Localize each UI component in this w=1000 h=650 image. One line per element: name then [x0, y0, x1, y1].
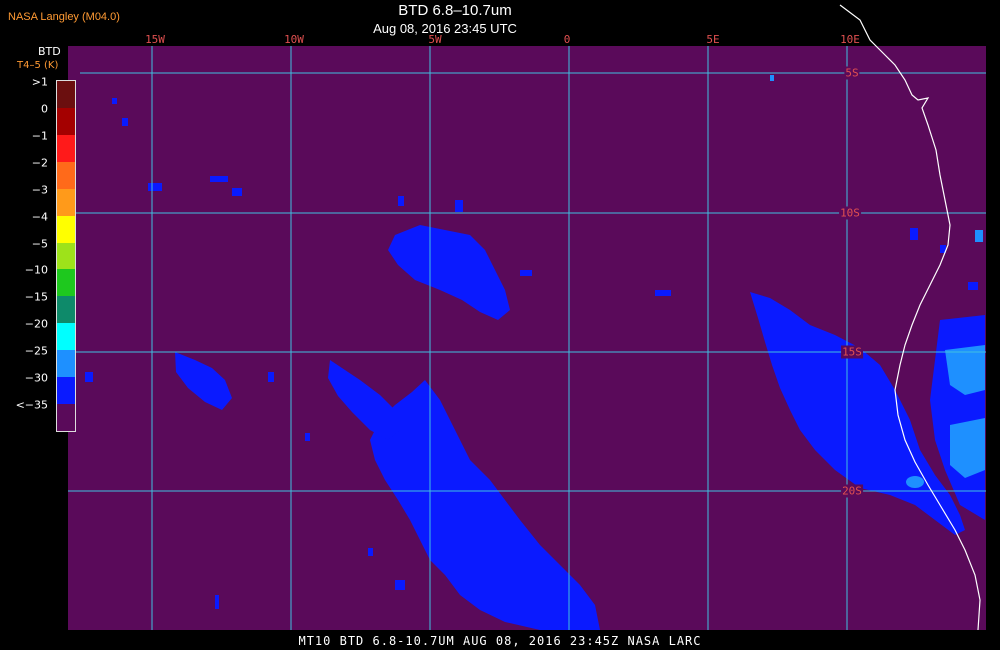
lon-label-15w: 15W	[145, 33, 165, 46]
colorbar-swatch	[57, 242, 75, 270]
colorbar-title: BTD	[38, 45, 61, 58]
colorbar-tick-label: −5	[31, 237, 48, 251]
colorbar-swatch	[57, 81, 75, 108]
lon-label-10w: 10W	[284, 33, 304, 46]
colorbar-swatch	[57, 134, 75, 162]
colorbar-swatch	[57, 404, 75, 431]
colorbar-tick-label: −3	[31, 183, 48, 197]
lon-label-5e: 5E	[706, 33, 720, 46]
colorbar-swatch	[57, 107, 75, 135]
colorbar-tick-label: −1	[31, 129, 48, 143]
lat-label-10s: 10S	[839, 206, 861, 220]
colorbar-swatch	[57, 350, 75, 378]
footer-caption: MT10 BTD 6.8-10.7UM AUG 08, 2016 23:45Z …	[298, 634, 702, 648]
colorbar-units: T4–5 (K)	[17, 60, 59, 71]
colorbar-swatch	[57, 296, 75, 324]
colorbar-tick-label: 0	[41, 102, 48, 116]
colorbar-swatch	[57, 215, 75, 243]
lon-label-0: 0	[563, 33, 571, 46]
lon-label-10e: 10E	[840, 33, 860, 46]
colorbar-tick-label: −2	[31, 156, 48, 170]
colorbar-tick-label: −10	[24, 263, 48, 277]
colorbar-swatch	[57, 161, 75, 189]
colorbar-swatch	[57, 269, 75, 297]
colorbar-swatch	[57, 377, 75, 405]
colorbar-tick-label: −20	[24, 317, 48, 331]
satellite-map	[68, 4, 986, 631]
lat-label-20s: 20S	[841, 484, 863, 498]
colorbar-tick-label: <−35	[15, 398, 48, 412]
colorbar-tick-label: −30	[24, 371, 48, 385]
lat-label-15s: 15S	[841, 345, 863, 359]
colorbar-tick-label: −4	[31, 210, 48, 224]
colorbar-swatch	[57, 188, 75, 216]
lat-label-5s: 5S	[844, 66, 860, 80]
colorbar-tick-label: −15	[24, 290, 48, 304]
lon-label-5w: 5W	[428, 33, 442, 46]
colorbar	[56, 80, 76, 432]
colorbar-tick-label: −25	[24, 344, 48, 358]
colorbar-tick-label: >1	[31, 75, 48, 89]
colorbar-swatch	[57, 323, 75, 351]
